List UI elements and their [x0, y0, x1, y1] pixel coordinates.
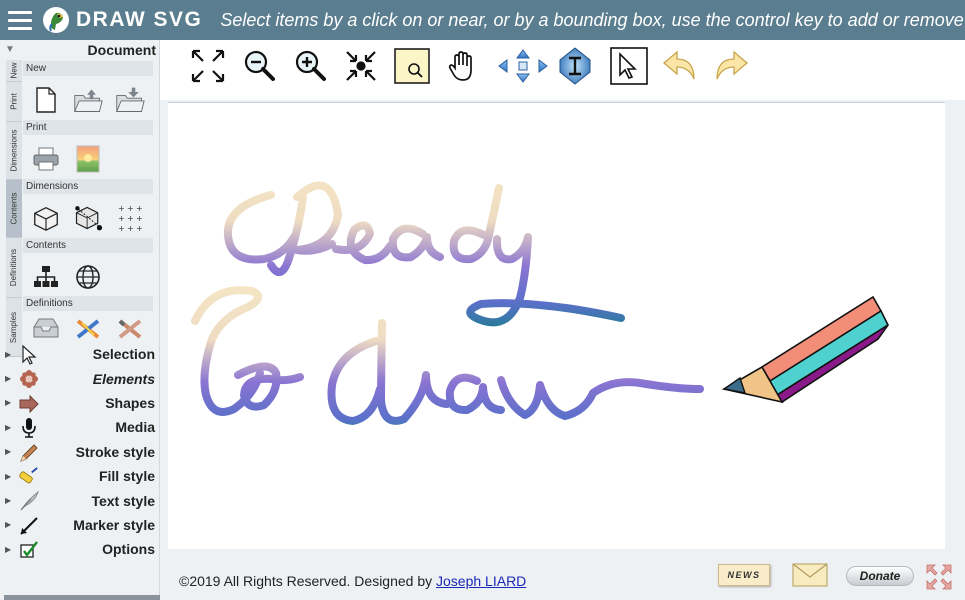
fit-screen-icon[interactable]	[189, 47, 227, 85]
select-pointer-icon[interactable]	[610, 47, 648, 85]
box-dimensions-icon[interactable]	[31, 203, 61, 233]
menu-text-style[interactable]: ▶ Text style	[0, 488, 160, 512]
drawing-canvas[interactable]	[168, 102, 945, 549]
expand-triangle-icon: ▶	[5, 471, 12, 481]
tab-print[interactable]: Print	[6, 82, 22, 122]
svg-text:+: +	[127, 214, 134, 223]
menu-elements[interactable]: ▶ Elements	[0, 366, 160, 390]
section-title: Definitions	[23, 296, 153, 311]
checkbox-icon	[19, 540, 39, 560]
section-dimensions: Dimensions + + + + + + + + +	[23, 179, 153, 236]
undo-icon[interactable]	[661, 47, 699, 85]
menu-marker-style[interactable]: ▶ Marker style	[0, 513, 160, 537]
pencil-icon	[19, 443, 39, 463]
svg-text:+: +	[127, 224, 134, 233]
hand-pan-icon[interactable]	[444, 47, 482, 85]
move-arrows-icon[interactable]	[495, 47, 551, 85]
app-title: DRAW SVG	[76, 8, 203, 31]
section-new: New	[23, 61, 153, 118]
app-header: DRAW SVG Select items by a click on or n…	[0, 0, 965, 40]
author-link[interactable]: Joseph LIARD	[436, 573, 526, 589]
tab-new[interactable]: New	[6, 60, 22, 82]
donate-button[interactable]: Donate	[846, 566, 914, 586]
new-document-icon[interactable]	[31, 85, 61, 115]
crossed-tools-icon[interactable]	[73, 316, 103, 340]
vertical-center-icon[interactable]	[556, 47, 594, 85]
export-image-icon[interactable]	[73, 144, 103, 174]
tree-structure-icon[interactable]	[31, 262, 61, 292]
menu-stroke-style[interactable]: ▶ Stroke style	[0, 440, 160, 464]
svg-text:+: +	[118, 204, 125, 213]
vertical-tabs: New Print Dimensions Contents Definition…	[6, 60, 22, 357]
copyright-text: ©2019 All Rights Reserved. Designed by J…	[179, 573, 527, 589]
microphone-icon	[19, 418, 39, 438]
zoom-in-icon[interactable]	[291, 47, 329, 85]
section-definitions: Definitions	[23, 296, 153, 341]
pencil-drawing	[721, 295, 890, 404]
grid-icon[interactable]: + + + + + + + + +	[115, 203, 145, 233]
expand-triangle-icon: ▶	[5, 422, 12, 432]
tab-definitions[interactable]: Definitions	[6, 238, 22, 298]
svg-text:+: +	[136, 204, 143, 213]
document-title: Document	[87, 42, 156, 58]
globe-icon[interactable]	[73, 262, 103, 292]
section-title: New	[23, 61, 153, 76]
printer-icon[interactable]	[31, 144, 61, 174]
redo-icon[interactable]	[712, 47, 750, 85]
tab-dimensions[interactable]: Dimensions	[6, 122, 22, 180]
inbox-icon[interactable]	[31, 316, 61, 340]
paint-roller-icon	[19, 467, 39, 487]
section-title: Contents	[23, 238, 153, 253]
expand-triangle-icon: ▶	[5, 544, 12, 554]
tab-contents[interactable]: Contents	[6, 180, 22, 238]
marker-icon	[19, 516, 39, 536]
hamburger-menu-icon[interactable]	[0, 0, 40, 40]
expand-triangle-icon: ▶	[5, 520, 12, 530]
menu-media[interactable]: ▶ Media	[0, 415, 160, 439]
footer: ©2019 All Rights Reserved. Designed by J…	[160, 550, 965, 600]
collapse-triangle-icon[interactable]: ▼	[5, 44, 15, 55]
canvas-area	[160, 100, 965, 550]
svg-text:+: +	[118, 224, 125, 233]
svg-text:+: +	[136, 214, 143, 223]
svg-text:+: +	[127, 204, 134, 213]
expand-triangle-icon: ▶	[5, 447, 12, 457]
svg-text:+: +	[118, 214, 125, 223]
section-title: Dimensions	[23, 179, 153, 194]
arrow-shape-icon	[19, 394, 39, 414]
menu-shapes[interactable]: ▶ Shapes	[0, 391, 160, 415]
collapse-icon[interactable]	[342, 47, 380, 85]
fullscreen-icon[interactable]	[926, 564, 952, 590]
flower-icon	[19, 369, 39, 389]
document-header[interactable]: ▼ Document	[0, 40, 160, 60]
left-panel: ▼ Document New Print Dimensions Contents…	[0, 40, 160, 600]
mail-icon[interactable]	[792, 563, 828, 587]
crossed-brushes-icon[interactable]	[115, 316, 145, 340]
menu-selection[interactable]: ▶ Selection	[0, 342, 160, 366]
svg-text:+: +	[136, 224, 143, 233]
open-folder-icon[interactable]	[73, 85, 103, 115]
section-contents: Contents	[23, 238, 153, 295]
news-button[interactable]: NEWS	[718, 564, 770, 586]
tool-menu: ▶ Selection ▶ Elements ▶ Shapes ▶ Media …	[0, 342, 160, 562]
expand-triangle-icon: ▶	[5, 349, 12, 359]
instruction-hint: Select items by a click on or near, or b…	[220, 9, 964, 30]
ready-to-draw-illustration	[191, 181, 890, 425]
main-toolbar	[168, 40, 948, 100]
quill-icon	[19, 491, 39, 511]
expand-triangle-icon: ▶	[5, 374, 12, 384]
section-title: Print	[23, 120, 153, 135]
cursor-arrow-icon	[19, 345, 39, 365]
save-folder-icon[interactable]	[115, 85, 145, 115]
expand-triangle-icon: ▶	[5, 496, 12, 506]
zoom-out-icon[interactable]	[240, 47, 278, 85]
expand-triangle-icon: ▶	[5, 398, 12, 408]
menu-options[interactable]: ▶ Options	[0, 537, 160, 561]
zoom-area-icon[interactable]	[393, 47, 431, 85]
left-panel-scrollbar[interactable]	[4, 595, 160, 600]
menu-fill-style[interactable]: ▶ Fill style	[0, 464, 160, 488]
box-resize-icon[interactable]	[73, 203, 103, 233]
section-print: Print	[23, 120, 153, 177]
parrot-logo-icon	[43, 7, 69, 33]
